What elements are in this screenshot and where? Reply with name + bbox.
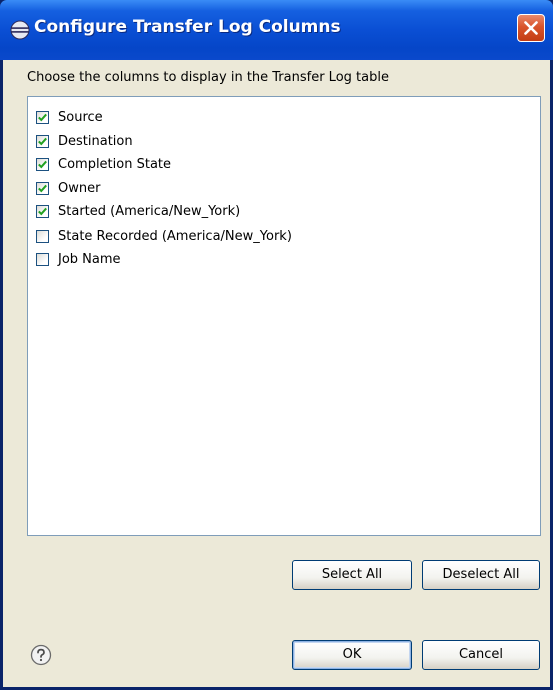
dialog-window: Configure Transfer Log Columns Choose th… bbox=[0, 0, 553, 690]
column-checkbox[interactable] bbox=[36, 204, 49, 218]
checkmark-icon bbox=[38, 184, 47, 192]
column-checkbox[interactable] bbox=[36, 229, 49, 243]
checkmark-icon bbox=[38, 207, 47, 215]
column-list[interactable]: Source Destination Completion State Owne… bbox=[27, 96, 541, 536]
column-label: Job Name bbox=[58, 251, 121, 267]
column-checkbox[interactable] bbox=[36, 134, 49, 148]
title-bar[interactable]: Configure Transfer Log Columns bbox=[0, 0, 553, 60]
column-label: Source bbox=[58, 109, 103, 125]
checkmark-icon bbox=[38, 137, 47, 145]
select-all-button[interactable]: Select All bbox=[292, 560, 412, 590]
cancel-button[interactable]: Cancel bbox=[422, 640, 540, 670]
list-item[interactable]: State Recorded (America/New_York) bbox=[36, 225, 292, 247]
dialog-body: Choose the columns to display in the Tra… bbox=[3, 60, 550, 687]
column-label: State Recorded (America/New_York) bbox=[58, 228, 292, 244]
checkmark-icon bbox=[38, 113, 47, 121]
deselect-all-button[interactable]: Deselect All bbox=[422, 560, 540, 590]
close-button[interactable] bbox=[517, 14, 545, 42]
column-checkbox[interactable] bbox=[36, 110, 49, 124]
list-item[interactable]: Completion State bbox=[36, 153, 171, 175]
ok-button[interactable]: OK bbox=[292, 640, 412, 670]
list-item[interactable]: Started (America/New_York) bbox=[36, 200, 240, 222]
column-label: Owner bbox=[58, 180, 101, 196]
list-item[interactable]: Job Name bbox=[36, 248, 121, 270]
eclipse-icon bbox=[10, 20, 30, 40]
list-item[interactable]: Destination bbox=[36, 130, 133, 152]
list-item[interactable]: Owner bbox=[36, 177, 100, 199]
column-label: Completion State bbox=[58, 156, 172, 172]
column-checkbox[interactable] bbox=[36, 252, 49, 266]
close-icon bbox=[524, 21, 538, 35]
column-checkbox[interactable] bbox=[36, 157, 49, 171]
column-label: Destination bbox=[58, 133, 133, 149]
column-checkbox[interactable] bbox=[36, 181, 49, 195]
window-title: Configure Transfer Log Columns bbox=[34, 17, 341, 37]
help-icon[interactable] bbox=[30, 644, 52, 666]
column-label: Started (America/New_York) bbox=[58, 203, 241, 219]
instruction-label: Choose the columns to display in the Tra… bbox=[27, 70, 389, 85]
checkmark-icon bbox=[38, 160, 47, 168]
list-item[interactable]: Source bbox=[36, 106, 103, 128]
